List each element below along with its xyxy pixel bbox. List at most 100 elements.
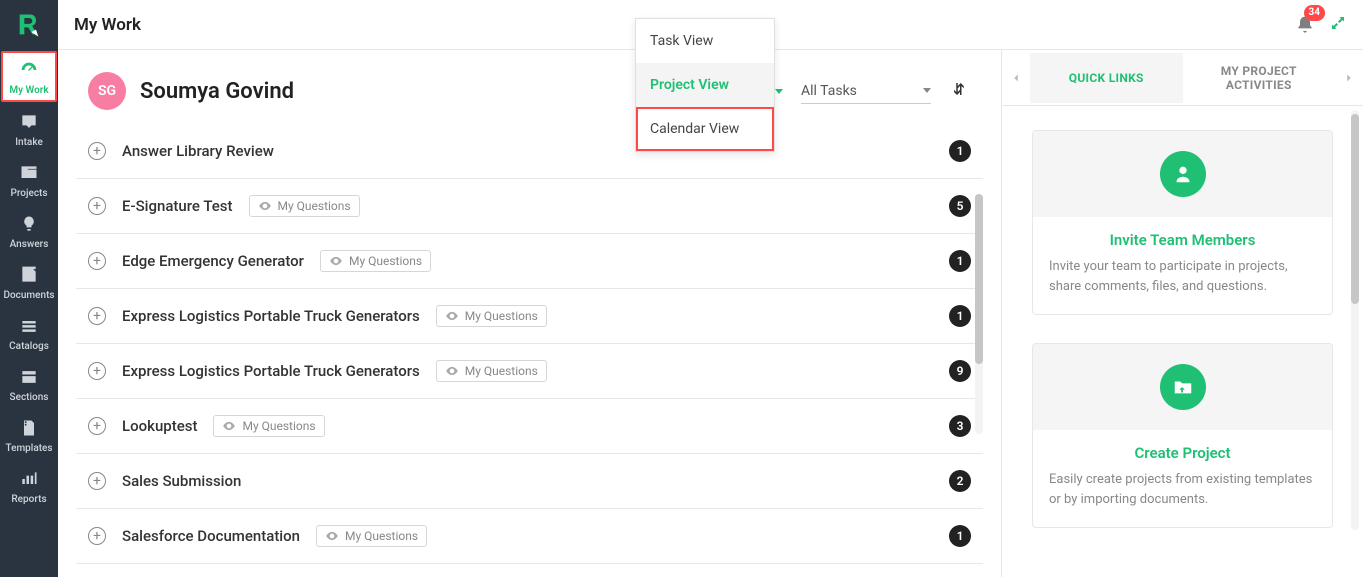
chevron-right-icon: [1342, 71, 1356, 85]
expand-row-button[interactable]: +: [88, 252, 106, 270]
folder-icon: [18, 162, 40, 184]
main-header: SG Soumya Govind Project View All Tasks: [58, 50, 1001, 124]
fullscreen-button[interactable]: [1329, 14, 1347, 36]
quick-link-invite-team[interactable]: Invite Team Members Invite your team to …: [1032, 130, 1333, 315]
sidebar-item-answers[interactable]: Answers: [1, 205, 57, 256]
sidebar-item-catalogs[interactable]: Catalogs: [1, 307, 57, 358]
dashboard-icon: [18, 59, 40, 81]
sidebar-item-label: Reports: [11, 494, 46, 505]
project-name: Salesforce Documentation: [122, 527, 300, 545]
eye-icon: [222, 419, 236, 433]
project-name: Sales Submission: [122, 472, 241, 490]
count-badge: 1: [949, 250, 971, 272]
project-name: Lookuptest: [122, 417, 197, 435]
sidebar-item-sections[interactable]: Sections: [1, 358, 57, 409]
project-name: Edge Emergency Generator: [122, 252, 304, 270]
lightbulb-icon: [18, 213, 40, 235]
sidebar-item-reports[interactable]: Reports: [1, 460, 57, 511]
eye-icon: [445, 364, 459, 378]
sidebar-item-templates[interactable]: Templates: [1, 409, 57, 460]
quick-link-title: Create Project: [1049, 444, 1316, 462]
expand-icon: [1329, 14, 1347, 32]
view-menu-item-calendar[interactable]: Calendar View: [636, 107, 774, 151]
expand-row-button[interactable]: +: [88, 197, 106, 215]
scrollbar-thumb[interactable]: [1351, 114, 1359, 304]
sort-button[interactable]: [949, 78, 971, 104]
my-questions-chip[interactable]: My Questions: [316, 525, 427, 547]
user-name: Soumya Govind: [140, 79, 294, 104]
project-list: + Answer Library Review 1 + E-Signature Test…: [58, 124, 1001, 564]
view-menu-item-project[interactable]: Project View: [636, 63, 774, 107]
expand-row-button[interactable]: +: [88, 142, 106, 160]
project-name: Express Logistics Portable Truck Generat…: [122, 362, 420, 380]
sidebar-item-projects[interactable]: Projects: [1, 154, 57, 205]
project-row[interactable]: + Sales Submission 2: [76, 454, 983, 509]
inbox-icon: [18, 111, 40, 133]
count-badge: 9: [949, 360, 971, 382]
project-row[interactable]: + Answer Library Review 1: [76, 124, 983, 179]
project-name: Express Logistics Portable Truck Generat…: [122, 307, 420, 325]
chevron-down-icon: [923, 88, 931, 93]
notifications-button[interactable]: 34: [1291, 11, 1319, 39]
user-icon: [1172, 163, 1194, 185]
eye-icon: [325, 529, 339, 543]
tab-quick-links[interactable]: QUICK LINKS: [1030, 53, 1183, 103]
sidebar-item-label: Answers: [10, 239, 49, 250]
chevron-left-icon: [1009, 71, 1023, 85]
right-panel-content: Invite Team Members Invite your team to …: [1002, 106, 1363, 552]
view-menu-item-task[interactable]: Task View: [636, 19, 774, 63]
sidebar-item-label: Sections: [10, 392, 49, 403]
count-badge: 2: [949, 470, 971, 492]
reports-icon: [18, 468, 40, 490]
expand-row-button[interactable]: +: [88, 527, 106, 545]
sidebar-item-label: Templates: [5, 443, 52, 454]
my-questions-chip[interactable]: My Questions: [213, 415, 324, 437]
expand-row-button[interactable]: +: [88, 417, 106, 435]
tabs-prev-button[interactable]: [1002, 71, 1030, 85]
project-name: Answer Library Review: [122, 142, 274, 160]
sidebar-item-intake[interactable]: Intake: [1, 103, 57, 154]
project-row[interactable]: + Express Logistics Portable Truck Genera…: [76, 289, 983, 344]
scrollbar-thumb[interactable]: [975, 194, 983, 364]
sidebar-item-documents[interactable]: Documents: [1, 256, 57, 307]
my-questions-chip[interactable]: My Questions: [436, 305, 547, 327]
scrollbar[interactable]: [975, 194, 983, 434]
page-title: My Work: [74, 15, 141, 35]
quick-link-desc: Invite your team to participate in proje…: [1049, 257, 1316, 296]
quick-link-title: Invite Team Members: [1049, 231, 1316, 249]
count-badge: 1: [949, 525, 971, 547]
expand-row-button[interactable]: +: [88, 307, 106, 325]
my-questions-chip[interactable]: My Questions: [320, 250, 431, 272]
sidebar-item-label: Intake: [15, 137, 43, 148]
my-questions-chip[interactable]: My Questions: [249, 195, 360, 217]
count-badge: 5: [949, 195, 971, 217]
sidebar-item-label: Documents: [3, 290, 54, 301]
task-filter-select[interactable]: All Tasks: [801, 79, 931, 104]
eye-icon: [258, 199, 272, 213]
scrollbar[interactable]: [1351, 110, 1359, 530]
app-logo[interactable]: [0, 0, 58, 50]
notification-count-badge: 34: [1304, 5, 1325, 21]
avatar: SG: [88, 72, 126, 110]
quick-link-create-project[interactable]: Create Project Easily create projects fr…: [1032, 343, 1333, 528]
project-row[interactable]: + Express Logistics Portable Truck Genera…: [76, 344, 983, 399]
project-row[interactable]: + Lookuptest My Questions 3: [76, 399, 983, 454]
folder-share-icon: [1172, 376, 1194, 398]
project-row[interactable]: + Edge Emergency Generator My Questions 1: [76, 234, 983, 289]
right-panel-tabs: QUICK LINKS MY PROJECT ACTIVITIES: [1002, 50, 1363, 106]
count-badge: 3: [949, 415, 971, 437]
sections-icon: [18, 366, 40, 388]
project-name: E-Signature Test: [122, 197, 233, 215]
eye-icon: [445, 309, 459, 323]
tab-my-project-activities[interactable]: MY PROJECT ACTIVITIES: [1183, 46, 1336, 110]
project-row[interactable]: + E-Signature Test My Questions 5: [76, 179, 983, 234]
expand-row-button[interactable]: +: [88, 472, 106, 490]
count-badge: 1: [949, 140, 971, 162]
project-row[interactable]: + Salesforce Documentation My Questions 1: [76, 509, 983, 564]
task-filter-label: All Tasks: [801, 83, 857, 99]
expand-row-button[interactable]: +: [88, 362, 106, 380]
tabs-next-button[interactable]: [1335, 71, 1363, 85]
sidebar-item-my-work[interactable]: My Work: [1, 51, 57, 102]
sidebar-item-label: My Work: [9, 85, 48, 96]
my-questions-chip[interactable]: My Questions: [436, 360, 547, 382]
